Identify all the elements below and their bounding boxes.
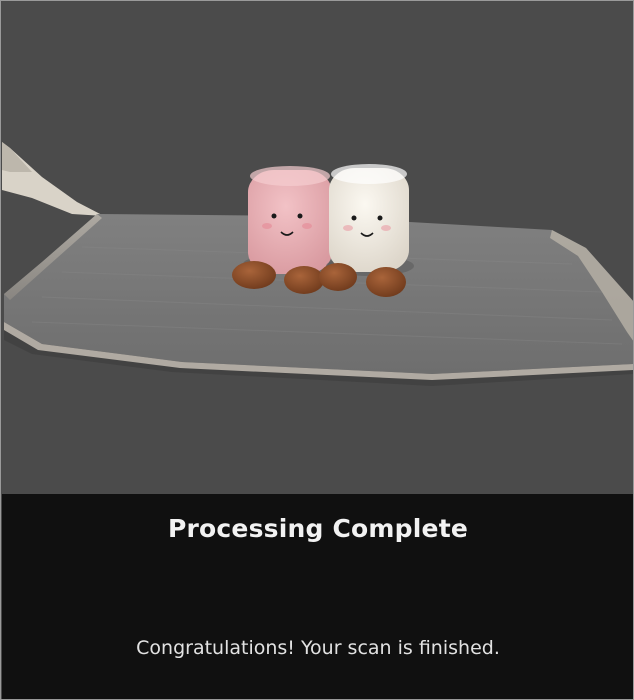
processing-status-title: Processing Complete — [167, 514, 469, 543]
status-panel: Processing Complete Congratulations! You… — [2, 494, 633, 699]
scanned-model-render — [2, 142, 633, 386]
paper-strip-artifact — [2, 142, 104, 216]
pink-plush-toy — [243, 166, 335, 274]
scan-preview-viewport[interactable] — [2, 2, 633, 494]
app-window: Processing Complete Congratulations! You… — [0, 0, 634, 700]
white-plush-toy — [326, 164, 414, 276]
completion-message: Congratulations! Your scan is finished. — [136, 637, 500, 659]
